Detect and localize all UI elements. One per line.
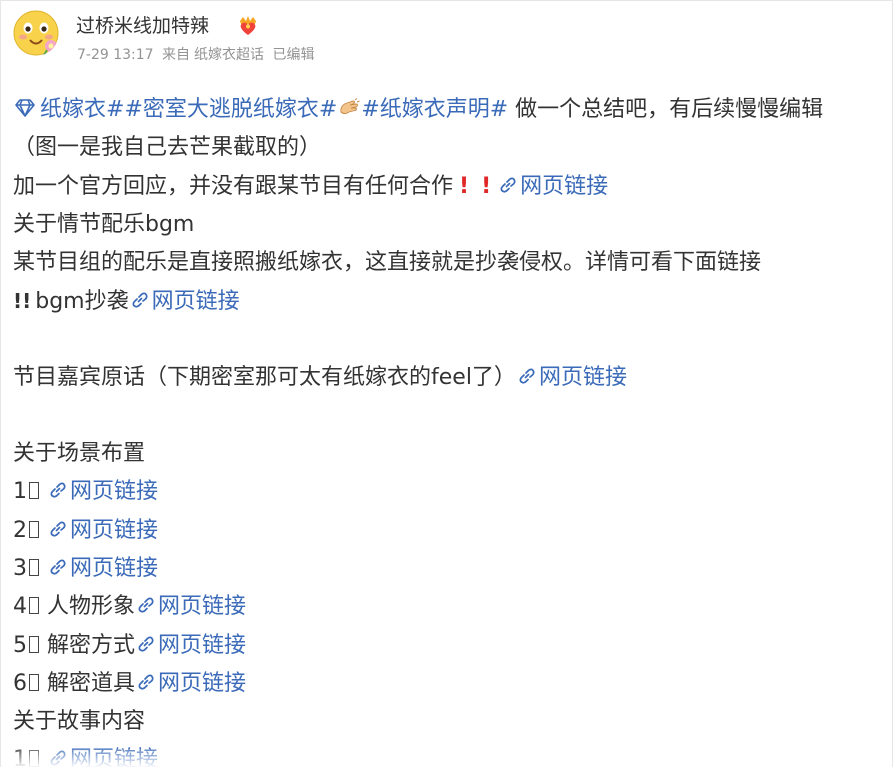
- line1-text: 做一个总结吧，有后续慢慢编辑: [508, 97, 824, 122]
- item-number: 2: [13, 517, 27, 543]
- list-item: 5 解密方式 网页链接: [13, 627, 889, 665]
- author-name[interactable]: 过桥米线加特辣: [76, 13, 209, 39]
- content-line-2: （图一是我自己去芒果截取的）: [13, 129, 889, 167]
- content-line-5: 某节目组的配乐是直接照搬纸嫁衣，这直接就是抄袭侵权。详情可看下面链接: [13, 244, 889, 282]
- link-icon: [138, 636, 154, 652]
- item-label: 解密方式: [47, 632, 136, 658]
- link-icon: [50, 521, 66, 537]
- topic-link-3[interactable]: #纸嫁衣声明#: [361, 97, 508, 122]
- web-link-label: 网页链接: [158, 594, 247, 620]
- avatar[interactable]: [13, 10, 59, 56]
- topic-link-2[interactable]: #密室大逃脱纸嫁衣#: [124, 97, 337, 122]
- web-link-item-4[interactable]: 网页链接: [136, 594, 246, 619]
- topic-label-1: 纸嫁衣#: [40, 97, 125, 122]
- web-link-1[interactable]: 网页链接: [498, 174, 608, 199]
- content-line-1: 纸嫁衣##密室大逃脱纸嫁衣# #纸嫁衣声明# 做一个总结吧，有后续慢慢编辑: [13, 91, 889, 129]
- web-link-3[interactable]: 网页链接: [517, 365, 627, 390]
- line17-text: 关于故事内容: [13, 709, 146, 735]
- keycap-box-icon: [29, 635, 39, 653]
- post-timestamp[interactable]: 7-29 13:17: [77, 47, 154, 63]
- keycap-box-icon: [29, 558, 39, 576]
- item-number: 3: [13, 555, 27, 581]
- clapping-hands-icon: [340, 98, 360, 114]
- link-icon: [50, 482, 66, 498]
- list-item: 4 人物形象 网页链接: [13, 588, 889, 626]
- web-link-label: 网页链接: [538, 364, 627, 390]
- post-meta: 7-29 13:17 来自 纸嫁衣超话 已编辑: [77, 45, 318, 65]
- list-item: 6 解密道具 网页链接: [13, 665, 889, 703]
- web-link-2[interactable]: 网页链接: [130, 289, 240, 314]
- item-label: 解密道具: [47, 670, 136, 696]
- link-icon: [519, 368, 535, 384]
- list-item: 1 网页链接: [13, 473, 889, 511]
- link-icon: [132, 293, 148, 309]
- link-icon: [50, 559, 66, 575]
- web-link-label: 网页链接: [151, 289, 240, 315]
- source-prefix: 来自: [162, 47, 191, 63]
- exclamation-mark-icon: !: [459, 173, 470, 199]
- web-link-item-2[interactable]: 网页链接: [48, 518, 158, 543]
- topic-link-1[interactable]: 纸嫁衣#: [13, 97, 124, 122]
- double-exclamation-icon: !!: [13, 289, 32, 314]
- web-link-item-1[interactable]: 网页链接: [48, 479, 158, 504]
- web-link-label: 网页链接: [520, 173, 609, 199]
- web-link-label: 网页链接: [70, 479, 159, 505]
- item-label: 人物形象: [47, 594, 136, 620]
- web-link-label: 网页链接: [158, 670, 247, 696]
- list-item: 2 网页链接: [13, 512, 889, 550]
- content-line-6: !! bgm抄袭 网页链接: [13, 282, 889, 320]
- web-link-item-5[interactable]: 网页链接: [136, 633, 246, 658]
- line4-text: 关于情节配乐bgm: [13, 211, 195, 237]
- line10-text: 关于场景布置: [13, 441, 146, 467]
- keycap-box-icon: [29, 673, 39, 691]
- item-number: 6: [13, 670, 27, 696]
- keycap-box-icon: [29, 520, 39, 538]
- content-line-3: 加一个官方回应，并没有跟某节目有任何合作!! 网页链接: [13, 168, 889, 206]
- emoji-avatar-icon: [13, 10, 59, 56]
- item-number: 1: [13, 479, 27, 505]
- web-link-label: 网页链接: [70, 555, 159, 581]
- exclamation-mark-icon: !: [481, 173, 492, 199]
- item-number: 4: [13, 594, 27, 620]
- link-icon: [500, 177, 516, 193]
- item-number: 5: [13, 632, 27, 658]
- link-icon: [138, 674, 154, 690]
- weibo-post-card: 过桥米线加特辣 7-29 13:17 来自 纸嫁衣超话 已编辑 纸嫁衣##密室大逃…: [0, 0, 893, 767]
- list-item: 3 网页链接: [13, 550, 889, 588]
- content-line-17: 关于故事内容: [13, 703, 889, 741]
- link-icon: [138, 597, 154, 613]
- web-link-item-3[interactable]: 网页链接: [48, 556, 158, 581]
- content-line-8: 节目嘉宾原话（下期密室那可太有纸嫁衣的feel了） 网页链接: [13, 359, 889, 397]
- diamond-icon: [15, 99, 35, 117]
- line8-text: 节目嘉宾原话（下期密室那可太有纸嫁衣的feel了）: [13, 364, 516, 390]
- source-link[interactable]: 纸嫁衣超话: [194, 47, 264, 63]
- edited-label: 已编辑: [272, 47, 315, 63]
- web-link-label: 网页链接: [70, 517, 159, 543]
- post-content: 纸嫁衣##密室大逃脱纸嫁衣# #纸嫁衣声明# 做一个总结吧，有后续慢慢编辑 （图一…: [13, 91, 889, 767]
- line2-text: （图一是我自己去芒果截取的）: [13, 135, 322, 161]
- keycap-box-icon: [29, 597, 39, 615]
- crown-heart-icon[interactable]: [237, 14, 259, 36]
- web-link-item-6[interactable]: 网页链接: [136, 671, 246, 696]
- content-fade-overlay: [1, 749, 892, 767]
- line3-text: 加一个官方回应，并没有跟某节目有任何合作: [13, 173, 454, 199]
- line6-text: bgm抄袭: [35, 289, 129, 315]
- keycap-box-icon: [29, 482, 39, 500]
- line5-text: 某节目组的配乐是直接照搬纸嫁衣，这直接就是抄袭侵权。详情可看下面链接: [13, 250, 762, 276]
- content-line-10: 关于场景布置: [13, 435, 889, 473]
- web-link-label: 网页链接: [158, 632, 247, 658]
- content-line-4: 关于情节配乐bgm: [13, 206, 889, 244]
